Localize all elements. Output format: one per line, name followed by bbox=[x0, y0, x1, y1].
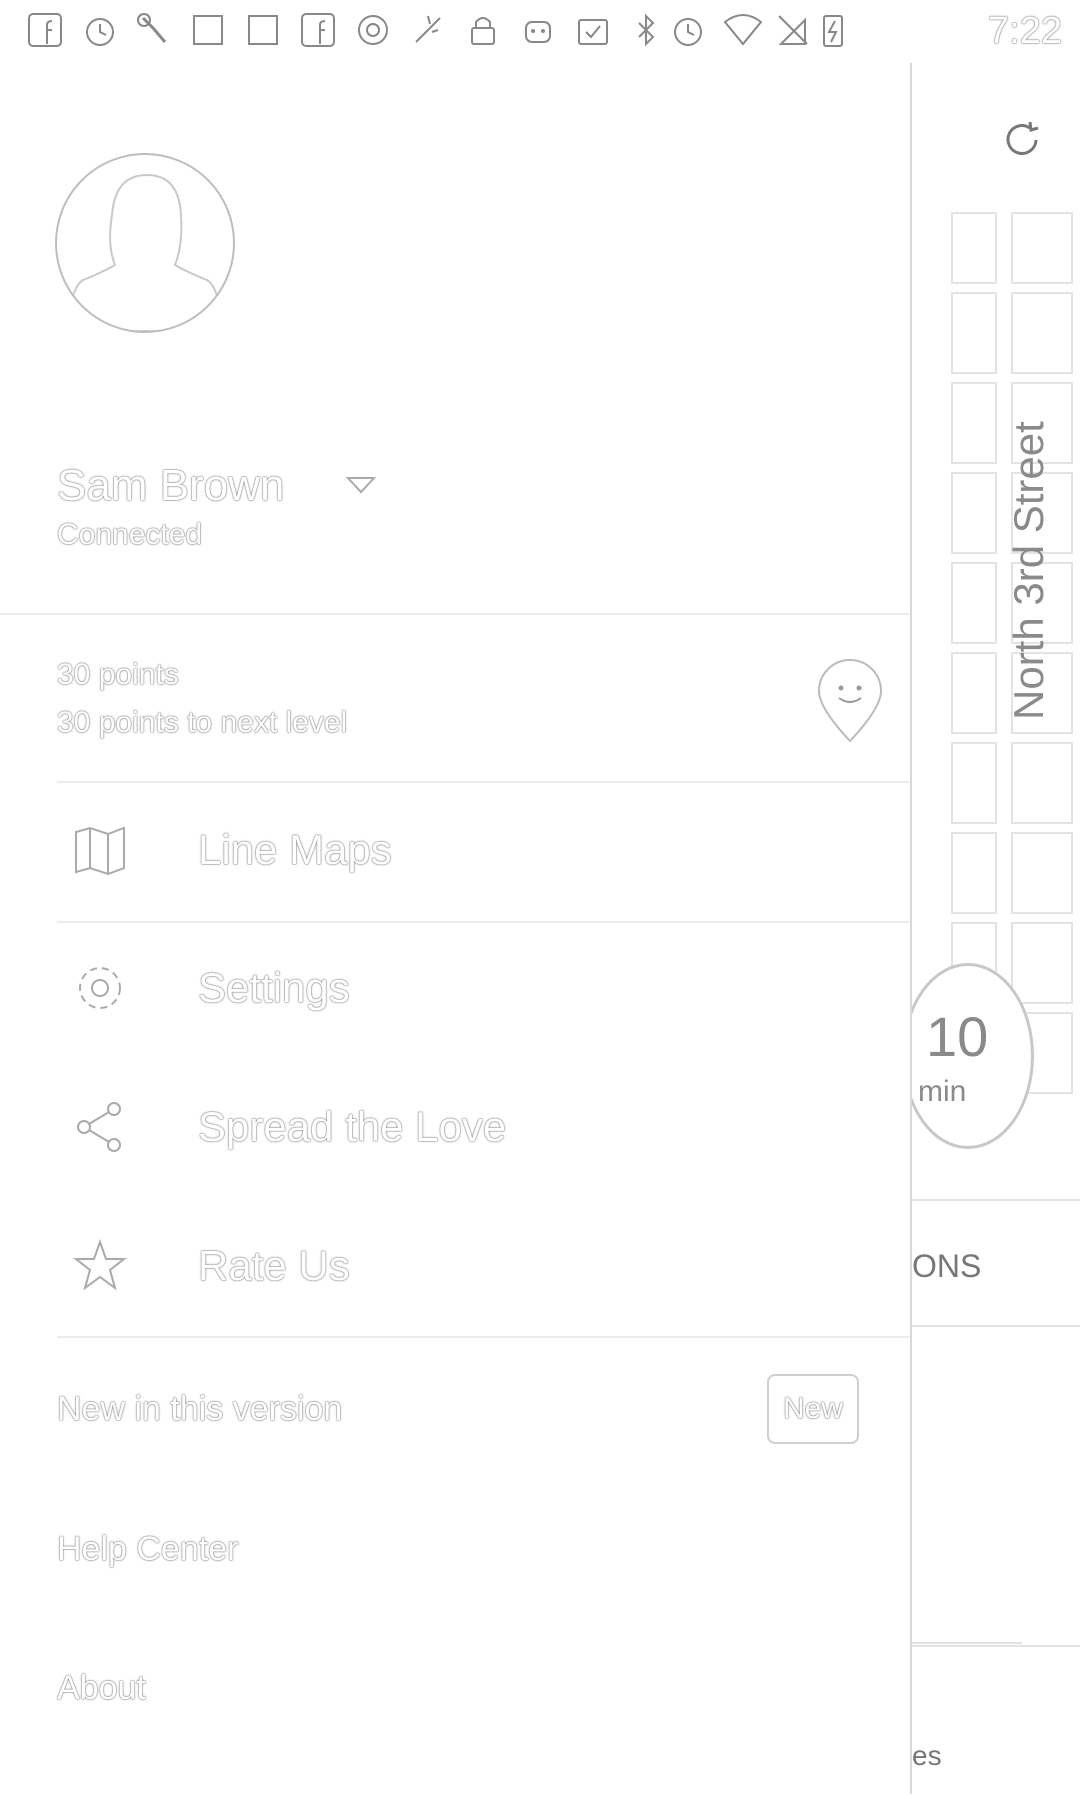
menu-item-line-maps[interactable]: Line Maps bbox=[0, 784, 910, 904]
divider bbox=[0, 613, 910, 615]
account-dropdown-icon[interactable] bbox=[345, 475, 377, 495]
star-icon bbox=[72, 1238, 128, 1294]
clipboard-check-icon bbox=[573, 10, 613, 50]
status-bar: 7:22 bbox=[0, 0, 1080, 63]
bottom-fragment: es bbox=[912, 1740, 942, 1771]
refresh-icon[interactable] bbox=[1000, 118, 1044, 162]
circle-icon bbox=[353, 10, 393, 50]
navigation-drawer: Sam Brown Connected 30 points 30 points … bbox=[0, 63, 912, 1794]
alarm-icon bbox=[80, 10, 120, 50]
points-total: 30 points bbox=[57, 658, 179, 691]
bluetooth-icon bbox=[626, 10, 666, 50]
puzzle-icon bbox=[188, 10, 228, 50]
sparkle-icon bbox=[408, 10, 448, 50]
whats-new-link[interactable]: New in this version bbox=[57, 1390, 342, 1429]
help-center-link[interactable]: Help Center bbox=[57, 1530, 238, 1569]
points-to-next-level: 30 points to next level bbox=[57, 706, 348, 739]
lock-icon bbox=[463, 10, 503, 50]
map-grid bbox=[912, 212, 1080, 1647]
eta-unit: min bbox=[918, 1075, 967, 1108]
tab-fragment[interactable]: ONS bbox=[912, 1248, 981, 1285]
menu-item-settings[interactable]: Settings bbox=[0, 922, 910, 1042]
menu-label: Spread the Love bbox=[198, 1103, 507, 1150]
android-icon bbox=[518, 10, 558, 50]
divider bbox=[57, 781, 910, 783]
puzzle-icon bbox=[243, 10, 283, 50]
user-silhouette-icon bbox=[65, 173, 225, 331]
facebook-icon bbox=[25, 10, 65, 50]
wrench-icon bbox=[133, 10, 173, 50]
menu-item-spread-the-love[interactable]: Spread the Love bbox=[0, 1061, 910, 1181]
gear-icon bbox=[72, 960, 128, 1016]
no-sim-icon bbox=[773, 10, 813, 50]
avatar[interactable] bbox=[55, 153, 235, 333]
battery-charging-icon bbox=[813, 10, 853, 50]
street-label: North 3rd Street bbox=[1005, 421, 1052, 720]
status-time: 7:22 bbox=[988, 10, 1062, 52]
facebook-icon bbox=[298, 10, 338, 50]
user-name[interactable]: Sam Brown bbox=[57, 461, 284, 511]
menu-label: Settings bbox=[198, 964, 350, 1011]
menu-item-rate-us[interactable]: Rate Us bbox=[0, 1200, 910, 1320]
map-background bbox=[912, 63, 1080, 1794]
share-icon bbox=[72, 1099, 128, 1155]
menu-label: Line Maps bbox=[198, 826, 392, 873]
new-badge: New bbox=[767, 1374, 859, 1444]
about-link[interactable]: About bbox=[57, 1669, 146, 1708]
eta-value: 10 bbox=[926, 1005, 989, 1068]
user-status: Connected bbox=[57, 518, 203, 551]
smiley-pin-icon bbox=[815, 658, 885, 743]
map-icon bbox=[72, 822, 128, 878]
alarm-icon bbox=[668, 10, 708, 50]
menu-label: Rate Us bbox=[198, 1242, 350, 1289]
wifi-icon bbox=[723, 10, 763, 50]
divider bbox=[57, 1336, 910, 1338]
